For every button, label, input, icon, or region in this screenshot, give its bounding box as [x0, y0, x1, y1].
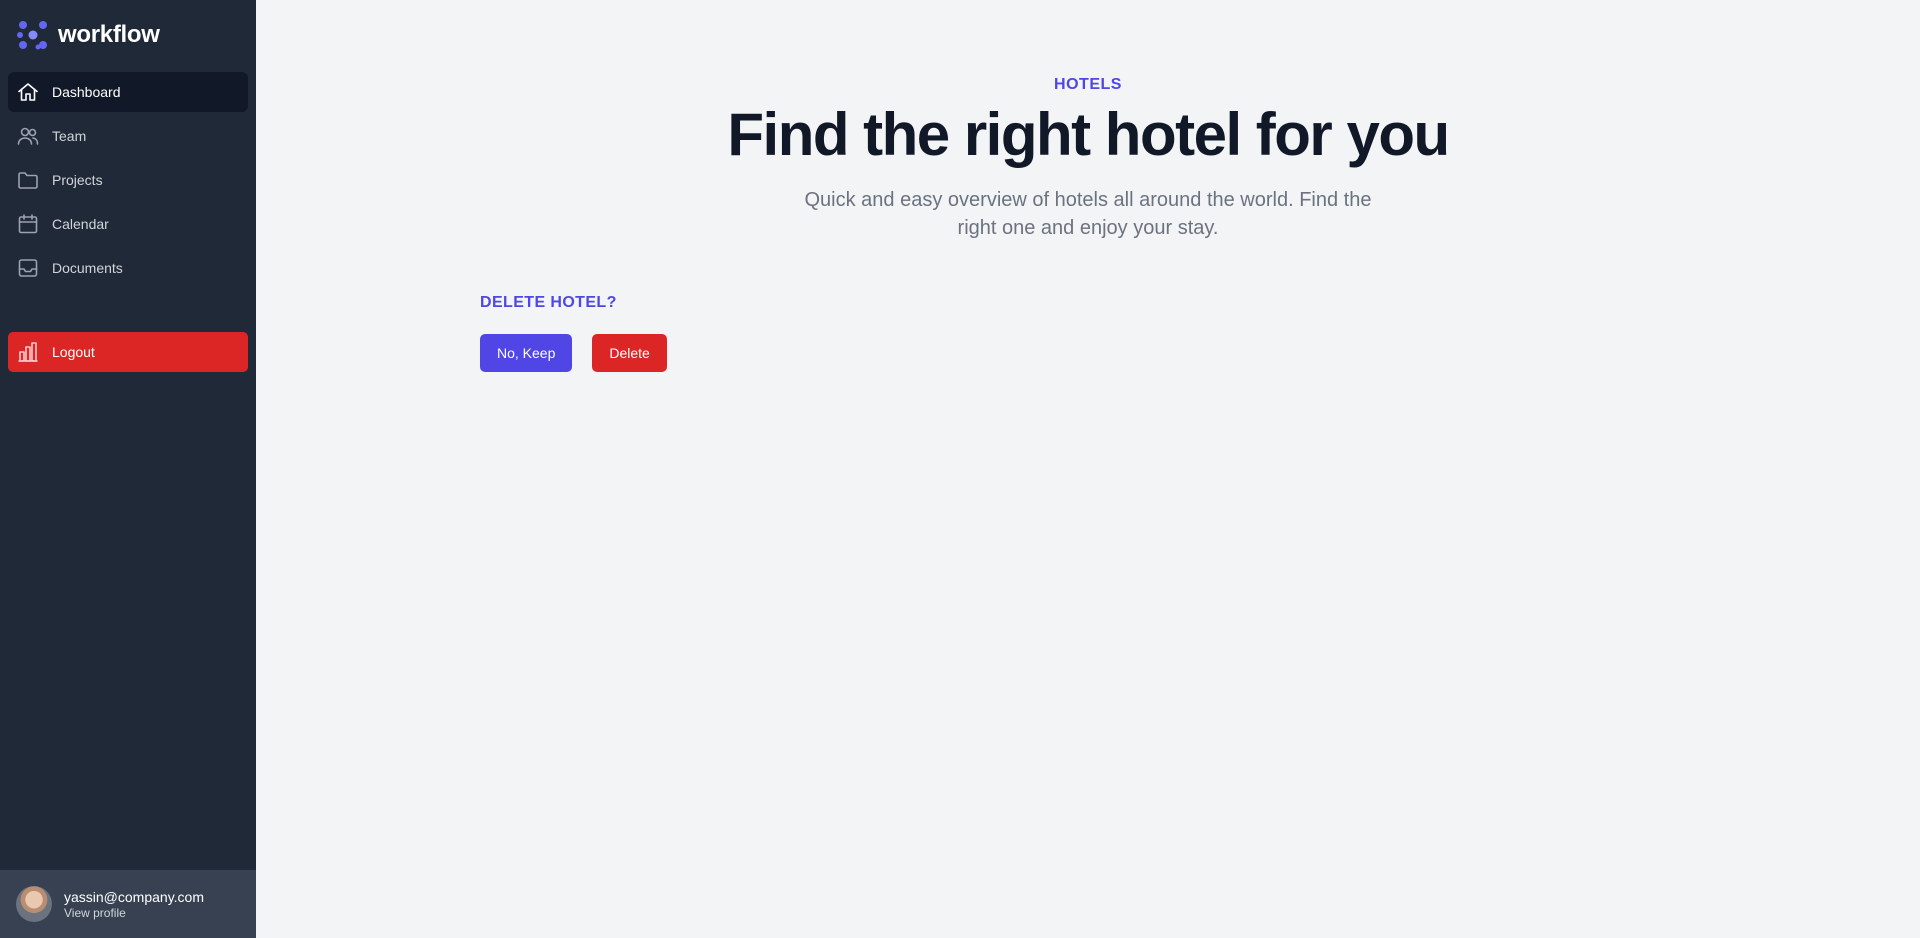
- sidebar-nav: Dashboard Team Projects Calendar Documen…: [0, 70, 256, 292]
- workflow-logo-icon: [17, 21, 47, 50]
- sidebar-item-dashboard[interactable]: Dashboard: [8, 72, 248, 112]
- hero: Hotels Find the right hotel for you Quic…: [256, 0, 1920, 242]
- sidebar-item-label: Documents: [52, 260, 123, 276]
- confirm-title: Delete hotel?: [480, 294, 617, 311]
- brand[interactable]: workflow: [0, 0, 256, 70]
- view-profile-link[interactable]: View profile: [64, 906, 204, 920]
- sidebar-item-label: Projects: [52, 172, 103, 188]
- section-eyebrow: Hotels: [1054, 76, 1122, 93]
- profile-email: yassin@company.com: [64, 889, 204, 905]
- sidebar-item-projects[interactable]: Projects: [8, 160, 248, 200]
- logout-label: Logout: [52, 344, 95, 360]
- page-title: Find the right hotel for you: [727, 101, 1450, 168]
- sidebar-item-label: Team: [52, 128, 87, 144]
- logout-button[interactable]: Logout: [8, 332, 248, 372]
- sidebar-item-team[interactable]: Team: [8, 116, 248, 156]
- main-content: Hotels Find the right hotel for you Quic…: [256, 0, 1920, 938]
- user-profile[interactable]: yassin@company.com View profile: [0, 870, 256, 938]
- brand-name: workflow: [58, 21, 160, 48]
- sidebar-item-label: Dashboard: [52, 84, 121, 100]
- page-subtitle: Quick and easy overview of hotels all ar…: [804, 189, 1372, 239]
- sidebar-item-calendar[interactable]: Calendar: [8, 204, 248, 244]
- confirm-actions: No, Keep Delete: [480, 334, 667, 372]
- keep-button[interactable]: No, Keep: [480, 334, 573, 372]
- delete-button[interactable]: Delete: [592, 334, 667, 372]
- sidebar-item-documents[interactable]: Documents: [8, 248, 248, 288]
- folder-icon: [16, 168, 40, 192]
- avatar: [16, 886, 52, 922]
- sidebar: workflow Dashboard Team Projects Calenda…: [0, 0, 256, 938]
- inbox-icon: [16, 256, 40, 280]
- chart-bar-icon: [16, 340, 40, 364]
- users-icon: [16, 124, 40, 148]
- home-icon: [16, 80, 40, 104]
- delete-confirmation: Delete hotel? No, Keep Delete: [480, 294, 667, 372]
- calendar-icon: [16, 212, 40, 236]
- sidebar-item-label: Calendar: [52, 216, 109, 232]
